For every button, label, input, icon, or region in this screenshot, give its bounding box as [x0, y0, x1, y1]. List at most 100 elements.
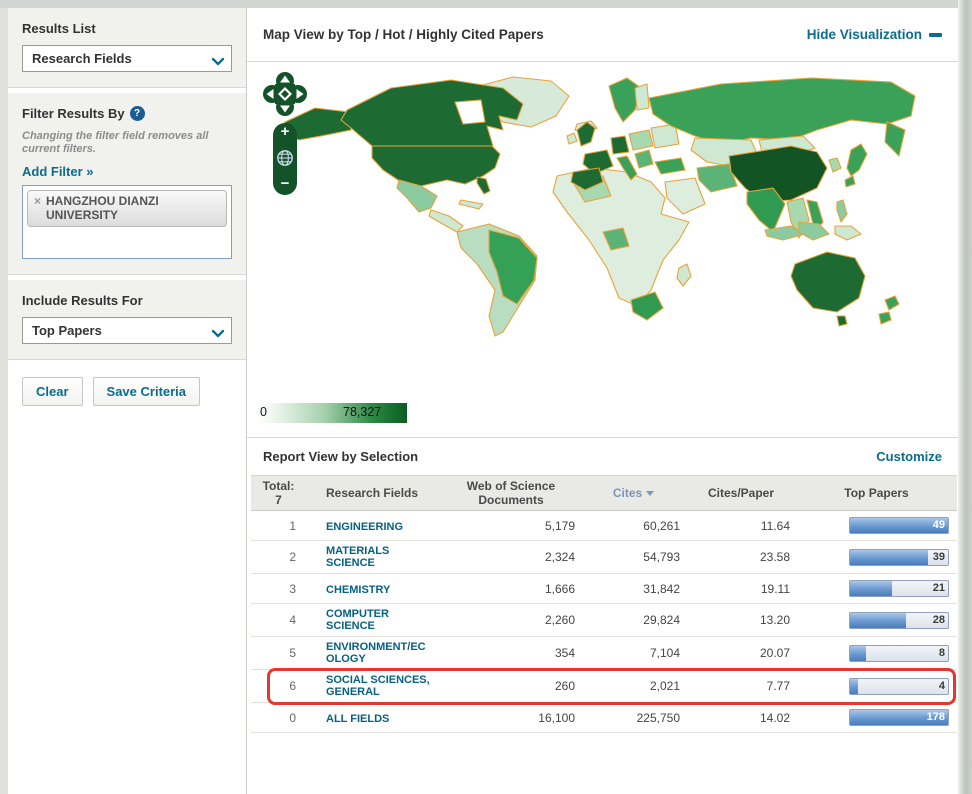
top-papers-bar: 28	[849, 612, 949, 629]
world-choropleth-map[interactable]	[251, 64, 957, 404]
clear-button[interactable]: Clear	[22, 377, 83, 406]
add-filter-link[interactable]: Add Filter »	[22, 164, 232, 179]
include-results-dropdown-value: Top Papers	[32, 323, 102, 338]
hide-visualization-link[interactable]: Hide Visualization	[807, 27, 942, 42]
field-link[interactable]: CHEMISTRY	[326, 584, 390, 596]
main-content: Map View by Top / Hot / Highly Cited Pap…	[246, 8, 958, 794]
globe-icon[interactable]	[276, 149, 294, 167]
customize-link[interactable]: Customize	[876, 449, 942, 464]
top-papers-value: 4	[939, 680, 945, 692]
include-results-section: Include Results For Top Papers	[8, 280, 246, 360]
top-papers-bar: 8	[849, 645, 949, 662]
table-row: 4 COMPUTER SCIENCE 2,260 29,824 13.20 28	[251, 604, 957, 637]
results-list-label: Results List	[22, 21, 232, 36]
docs-cell: 5,179	[441, 519, 581, 533]
sort-desc-icon	[646, 491, 654, 496]
rank-cell: 6	[251, 679, 306, 693]
esi-page: Results List Research Fields Filter Resu…	[0, 0, 972, 794]
rank-cell: 3	[251, 582, 306, 596]
page-edge-left	[0, 8, 8, 794]
table-row: 3 CHEMISTRY 1,666 31,842 19.11 21	[251, 574, 957, 604]
cites-cell: 31,842	[581, 582, 686, 596]
filter-results-label: Filter Results By?	[22, 106, 232, 121]
field-link[interactable]: ENVIRONMENT/ECOLOGY	[326, 641, 430, 665]
page-edge-right	[958, 0, 972, 794]
save-criteria-button[interactable]: Save Criteria	[93, 377, 201, 406]
rank-cell: 5	[251, 646, 306, 660]
top-papers-bar: 21	[849, 580, 949, 597]
filter-results-section: Filter Results By? Changing the filter f…	[8, 93, 246, 275]
report-header: Report View by Selection Customize	[247, 437, 958, 475]
cites-per-paper-cell: 19.11	[686, 582, 796, 596]
filter-chip-label: HANGZHOU DIANZI UNIVERSITY	[46, 194, 196, 222]
field-link[interactable]: MATERIALS SCIENCE	[326, 545, 430, 569]
docs-cell: 260	[441, 679, 581, 693]
field-link[interactable]: COMPUTER SCIENCE	[326, 608, 430, 632]
cites-sort-header[interactable]: Cites	[581, 486, 686, 500]
help-icon[interactable]: ?	[130, 106, 145, 121]
rank-cell: 4	[251, 613, 306, 627]
filter-chip[interactable]: × HANGZHOU DIANZI UNIVERSITY	[27, 190, 227, 227]
choropleth-legend: 0 78,327	[257, 403, 407, 423]
top-papers-bar-fill	[850, 646, 866, 661]
cites-cell: 29,824	[581, 613, 686, 627]
map-visualization: + − 0 78,327	[247, 62, 958, 437]
table-row: 0 ALL FIELDS 16,100 225,750 14.02 178	[251, 703, 957, 733]
top-papers-value: 178	[927, 711, 945, 723]
top-papers-value: 39	[933, 551, 945, 563]
field-link[interactable]: ENGINEERING	[326, 521, 403, 533]
remove-filter-icon[interactable]: ×	[34, 194, 41, 222]
active-filters-box: × HANGZHOU DIANZI UNIVERSITY	[22, 185, 232, 259]
cites-per-paper-header: Cites/Paper	[686, 486, 796, 500]
cites-per-paper-cell: 7.77	[686, 679, 796, 693]
cites-cell: 60,261	[581, 519, 686, 533]
docs-cell: 354	[441, 646, 581, 660]
criteria-buttons: Clear Save Criteria	[8, 365, 246, 418]
top-papers-bar: 4	[849, 678, 949, 695]
table-row: 5 ENVIRONMENT/ECOLOGY 354 7,104 20.07 8	[251, 637, 957, 670]
field-link[interactable]: SOCIAL SCIENCES, GENERAL	[326, 674, 430, 698]
top-papers-bar: 39	[849, 549, 949, 566]
results-list-section: Results List Research Fields	[8, 8, 246, 88]
table-header-row: Total: 7 Research Fields Web of Science …	[251, 475, 957, 511]
top-papers-bar: 178	[849, 709, 949, 726]
research-fields-header: Research Fields	[306, 486, 441, 500]
chevron-down-icon	[212, 326, 224, 341]
legend-max-value: 78,327	[343, 405, 381, 419]
map-zoom-control[interactable]: + −	[273, 123, 297, 195]
cites-cell: 225,750	[581, 711, 686, 725]
filter-sidebar: Results List Research Fields Filter Resu…	[8, 8, 246, 794]
top-papers-bar: 49	[849, 517, 949, 534]
top-papers-value: 49	[933, 519, 945, 531]
table-row: 2 MATERIALS SCIENCE 2,324 54,793 23.58 3…	[251, 541, 957, 574]
map-controls: + −	[263, 72, 307, 195]
docs-cell: 2,260	[441, 613, 581, 627]
field-link[interactable]: ALL FIELDS	[326, 713, 389, 725]
chevron-down-icon	[212, 54, 224, 69]
cites-cell: 7,104	[581, 646, 686, 660]
cites-per-paper-cell: 13.20	[686, 613, 796, 627]
top-papers-value: 8	[939, 647, 945, 659]
map-view-title: Map View by Top / Hot / Highly Cited Pap…	[263, 27, 544, 42]
total-header: Total: 7	[251, 479, 306, 507]
top-papers-value: 21	[933, 582, 945, 594]
cites-cell: 54,793	[581, 550, 686, 564]
report-view-title: Report View by Selection	[263, 449, 418, 464]
results-list-dropdown[interactable]: Research Fields	[22, 45, 232, 72]
legend-min-value: 0	[260, 405, 267, 419]
top-papers-header: Top Papers	[796, 486, 957, 500]
map-header: Map View by Top / Hot / Highly Cited Pap…	[247, 8, 958, 62]
rank-cell: 1	[251, 519, 306, 533]
page-edge-top	[0, 0, 972, 8]
zoom-in-icon[interactable]: +	[281, 125, 290, 139]
filter-note: Changing the filter field removes all cu…	[22, 130, 232, 156]
include-results-dropdown[interactable]: Top Papers	[22, 317, 232, 344]
top-papers-bar-fill	[850, 550, 928, 565]
map-pan-control[interactable]	[263, 72, 307, 116]
zoom-out-icon[interactable]: −	[281, 177, 290, 191]
table-body: 1 ENGINEERING 5,179 60,261 11.64 49 2 MA…	[251, 511, 957, 733]
cites-per-paper-cell: 14.02	[686, 711, 796, 725]
top-papers-value: 28	[933, 614, 945, 626]
collapse-minus-icon	[929, 33, 942, 37]
cites-cell: 2,021	[581, 679, 686, 693]
